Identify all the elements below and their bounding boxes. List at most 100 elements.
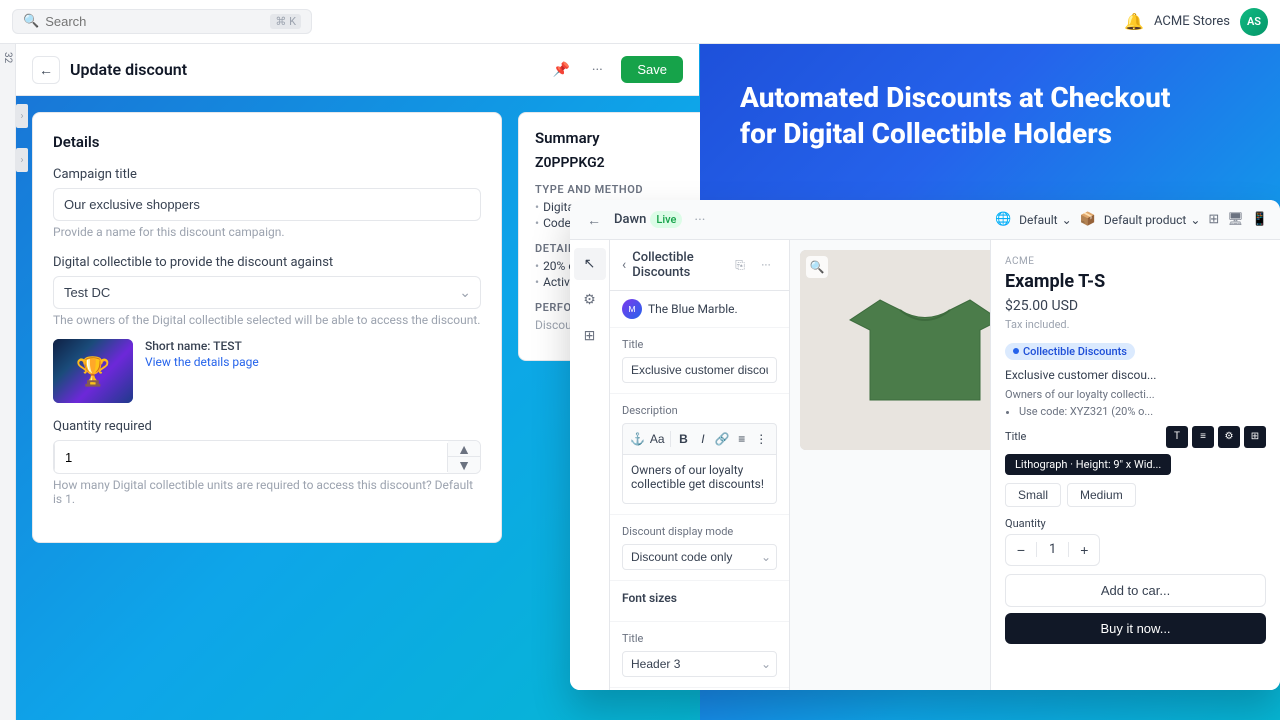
title-font-select[interactable]: Header 3 [622,651,777,677]
rte-bullet-btn[interactable]: ≡ [733,428,750,450]
rte-font-btn[interactable]: Aa [648,428,665,450]
live-badge: Live [650,211,682,228]
tablet-icon[interactable]: 📱 [1252,212,1268,227]
dc-preview: 🏆 Short name: TEST View the details page [53,339,481,403]
font-sizes-field: Font sizes [610,581,789,622]
product-name: Example T-S [1005,271,1266,292]
product-price: $25.00 USD [1005,298,1266,314]
avatar[interactable]: AS [1240,8,1268,36]
quantity-label: Quantity required [53,419,481,434]
preview-back-btn[interactable]: ← [582,208,606,232]
search-bar[interactable]: 🔍 ⌘ K [12,9,312,34]
store-preview: 🔍 ACME Example T [790,240,1280,690]
quantity-stepper[interactable]: ▲ ▼ [53,440,481,474]
dc-select-wrapper: Test DC [53,276,481,309]
campaign-title-group: Campaign title Provide a name for this d… [53,167,481,239]
title-field-input[interactable] [622,357,777,383]
sidebar-grid-icon[interactable]: ⊞ [574,320,606,352]
dc-select[interactable]: Test DC [53,276,481,309]
lithograph-text: Lithograph · Height: 9" x Wid... [1015,458,1161,471]
rte-link-btn[interactable]: ⚓ [629,428,646,450]
desktop-icon[interactable]: 🖥 [1227,212,1244,227]
discount-mode-select[interactable]: Discount code only [622,544,777,570]
panel-header: ← Update discount 📌 ··· Save [16,44,699,96]
qty-minus-btn[interactable]: − [1006,535,1036,565]
rte-toolbar: ⚓ Aa B I 🔗 ≡ ⋮ [622,423,777,454]
title-section: Title T ≡ ⚙ ⊞ [1005,426,1266,448]
discount-tag-text: Collectible Discounts [1023,345,1127,358]
preview-more-icon[interactable]: ··· [694,212,705,228]
size-small-btn[interactable]: Small [1005,483,1061,507]
globe-icon: 🌐 [995,212,1011,227]
buy-now-btn[interactable]: Buy it now... [1005,613,1266,644]
default-select[interactable]: Default ⌄ [1019,213,1071,227]
preview-window: ← Dawn Live ··· 🌐 Default ⌄ 📦 Default pr… [570,200,1280,690]
rte-content[interactable]: Owners of our loyalty collectible get di… [622,454,777,504]
top-bar: 🔍 ⌘ K 🔔 ACME Stores AS [0,0,1280,44]
campaign-title-hint: Provide a name for this discount campaig… [53,225,481,239]
summary-code: Z0PPPKG2 [535,155,721,171]
search-icon: 🔍 [23,14,39,29]
desc-field: Description ⚓ Aa B I 🔗 ≡ ⋮ Owners of our… [610,394,789,515]
discount-tag: Collectible Discounts [1005,343,1135,360]
campaign-title-input[interactable] [53,188,481,221]
block-copy-icon[interactable]: ⎘ [729,254,751,276]
campaign-title-label: Campaign title [53,167,481,182]
product-desc: Exclusive customer discou... [1005,368,1266,382]
qty-plus-btn[interactable]: + [1069,535,1099,565]
sidebar-cursor-icon[interactable]: ↖ [574,248,606,280]
add-to-cart-btn[interactable]: Add to car... [1005,574,1266,607]
zoom-icon[interactable]: 🔍 [806,256,828,278]
pin-icon[interactable]: 📌 [547,56,575,84]
preview-topbar: ← Dawn Live ··· 🌐 Default ⌄ 📦 Default pr… [570,200,1280,240]
lithograph-tag: Lithograph · Height: 9" x Wid... [1005,454,1171,475]
align-tool-btn[interactable]: ≡ [1192,426,1214,448]
rte-bold-btn[interactable]: B [675,428,692,450]
product-detail: ACME Example T-S $25.00 USD Tax included… [990,240,1280,690]
block-back-btn[interactable]: ‹ [622,257,626,273]
product-desc-detail: Owners of our loyalty collecti... Use co… [1005,388,1266,418]
block-header: ‹ Collectible Discounts ⎘ ··· [610,240,789,291]
notification-icon[interactable]: 🔔 [1124,12,1144,31]
dc-hint: The owners of the Digital collectible se… [53,313,481,327]
store-name-text: The Blue Marble. [648,302,738,316]
form-section-title: Details [53,133,481,151]
preview-user: Dawn [614,212,646,227]
settings-tool-btn[interactable]: ⚙ [1218,426,1240,448]
quantity-down-btn[interactable]: ▼ [448,457,480,473]
quantity-stepper: − 1 + [1005,534,1100,566]
quantity-up-btn[interactable]: ▲ [448,441,480,457]
dc-label: Digital collectible to provide the disco… [53,255,481,270]
app-sidebar: 32 [0,44,16,720]
rte-hyperlink-btn[interactable]: 🔗 [714,428,731,450]
top-bar-right: 🔔 ACME Stores AS [1124,8,1268,36]
view-toggle-icon[interactable]: ⊞ [1208,212,1219,227]
text-tool-btn[interactable]: T [1166,426,1188,448]
rte-number-btn[interactable]: ⋮ [753,428,770,450]
discount-mode-label: Discount display mode [622,525,777,538]
block-more-icon[interactable]: ··· [755,254,777,276]
default-product-select[interactable]: Default product ⌄ [1104,213,1201,227]
title-font-select-wrapper: Header 3 [622,651,777,677]
size-medium-btn[interactable]: Medium [1067,483,1136,507]
title-field-label: Title [622,338,777,351]
qty-value: 1 [1036,542,1069,557]
dc-view-link[interactable]: View the details page [145,355,259,369]
rte-italic-btn[interactable]: I [694,428,711,450]
hero-line1: Automated Discounts at Checkout [740,81,1170,114]
store-name-row: M The Blue Marble. [610,291,789,328]
preview-badge: Dawn Live [614,211,682,228]
search-shortcut: ⌘ K [270,14,301,29]
quantity-input[interactable] [54,443,448,472]
zoom-tool-btn[interactable]: ⊞ [1244,426,1266,448]
back-button[interactable]: ← [32,56,60,84]
discount-mode-field: Discount display mode Discount code only [610,515,789,581]
dc-image: 🏆 [53,339,133,403]
desc-field-label: Description [622,404,777,417]
dc-image-inner: 🏆 [53,339,133,403]
sidebar-settings-icon[interactable]: ⚙ [574,284,606,316]
search-input[interactable] [45,14,264,29]
rte-text: Owners of our loyalty collectible get di… [631,463,764,491]
more-menu-icon[interactable]: ··· [583,56,611,84]
save-button[interactable]: Save [621,56,683,83]
